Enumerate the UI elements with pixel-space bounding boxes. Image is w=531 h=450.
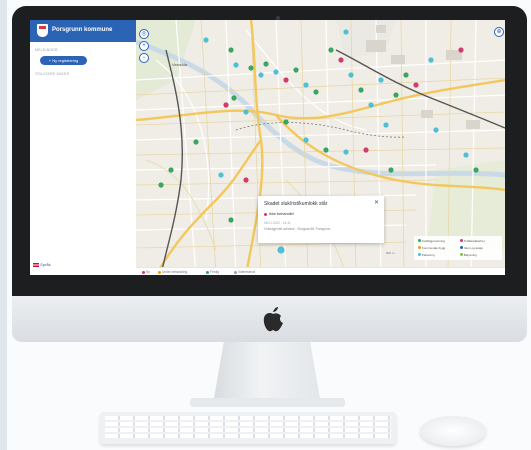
status-dot-icon [264,213,267,216]
brand-header[interactable]: Porsgrunn kommune [30,20,136,42]
layers-icon: ⊕ [496,29,502,35]
legend-item: Trafikksikkerhet [460,239,485,243]
status-filter-new[interactable]: Ny [142,270,150,274]
map-legend: Avfall/gjenvinning Kommunale bygg Parker… [414,236,502,260]
popup-address: Vinkelgjerdet adresse - Storgata 58, Por… [264,227,331,231]
language-selector[interactable]: Språk [33,262,51,267]
popup-status: Ikke behandlet [269,212,294,216]
coat-of-arms-icon [37,24,48,37]
report-popup[interactable]: Skadet sluk/rist/kumlokk står ✕ Ikke beh… [258,196,384,243]
section-label: MELDINGER [35,48,58,52]
status-bar: Ny Under behandling Ferdig Videresendt [136,267,505,275]
legend-item: Avfall/gjenvinning [418,239,445,243]
minus-icon: − [142,55,146,61]
background-stripe [0,0,7,450]
monitor-stand-foot [190,398,345,407]
mouse [420,416,486,446]
flag-icon [33,262,39,267]
locate-icon: ◎ [141,31,147,37]
new-registration-button[interactable]: + Ny registrering [40,56,87,65]
popup-title: Skadet sluk/rist/kumlokk står [264,201,328,207]
zoom-out-button[interactable]: − [139,53,149,63]
screen: Porsgrunn kommune MELDINGER + Ny registr… [30,20,505,275]
legend-item: Parkering [418,253,435,257]
popup-date: 08.01.2022 - 14:31 [264,221,291,225]
scale-label: 500 m [386,251,395,255]
status-filter-done[interactable]: Ferdig [206,270,219,274]
close-icon[interactable]: ✕ [374,199,379,206]
zoom-in-button[interactable]: + [139,41,149,51]
map-view[interactable]: Vestsida 500 m ◎ + − ⊕ Skadet sluk/rist/… [136,20,505,275]
legend-item: Vann og avløp [460,246,483,250]
place-label: Vestsida [172,62,188,67]
legend-item: Kommunale bygg [418,246,445,250]
apple-logo-icon [263,307,283,332]
keyboard [100,412,396,444]
status-filter-forwarded[interactable]: Videresendt [234,270,255,274]
layers-button[interactable]: ⊕ [494,27,504,37]
app-title: Porsgrunn kommune [52,27,113,33]
monitor-stand [213,342,321,404]
history-label: TIDLIGERE SAKER [35,72,70,76]
sidebar: Porsgrunn kommune MELDINGER + Ny registr… [30,20,136,275]
plus-icon: + [142,43,146,49]
legend-item: Belysning [460,253,477,257]
locate-button[interactable]: ◎ [139,29,149,39]
language-label: Språk [40,262,51,267]
status-filter-in-progress[interactable]: Under behandling [158,270,187,274]
